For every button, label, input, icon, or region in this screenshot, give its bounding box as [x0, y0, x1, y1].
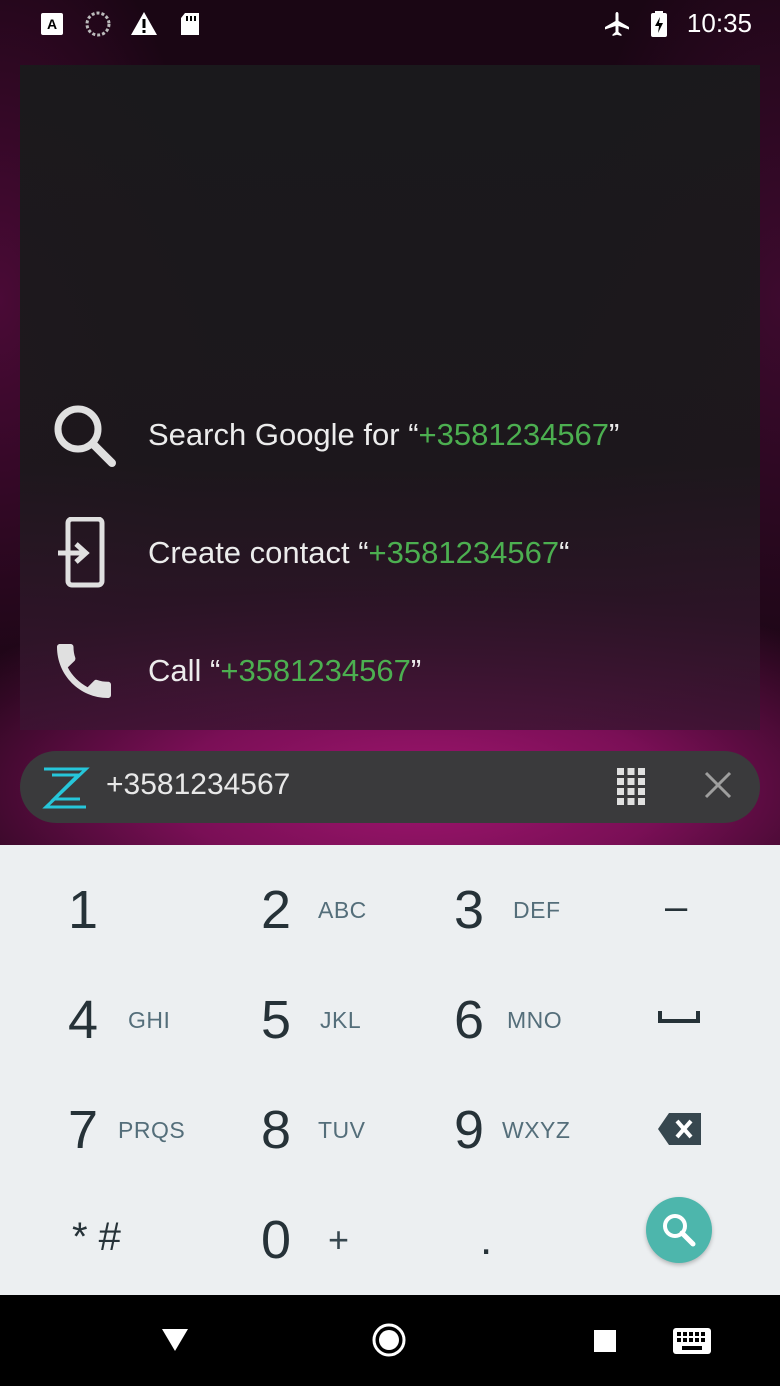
key-9[interactable]: 9 WXYZ [390, 1075, 585, 1185]
status-bar: A 10:35 [0, 0, 780, 48]
key-digit: 1 [68, 880, 99, 940]
back-icon [162, 1329, 188, 1351]
search-query[interactable]: +3581234567 [106, 768, 290, 802]
suggestion-create-contact[interactable]: Create contact “+3581234567“ [20, 498, 760, 608]
suggestion-label: Create contact “+3581234567“ [148, 535, 570, 570]
key-digit: 0 [261, 1210, 292, 1270]
keyboard-icon [673, 1328, 711, 1354]
z-logo-icon[interactable] [40, 765, 90, 811]
key-2[interactable]: 2 ABC [195, 855, 390, 965]
backspace-icon [658, 1113, 701, 1145]
key-digit: 4 [68, 990, 99, 1050]
svg-text:A: A [47, 16, 57, 32]
suggestion-label: Search Google for “+3581234567” [148, 417, 620, 452]
key-8[interactable]: 8 TUV [195, 1075, 390, 1185]
suggestion-panel: Search Google for “+3581234567” Create c… [20, 65, 760, 730]
battery-charging-icon [650, 10, 667, 37]
keyboard-button[interactable] [672, 1327, 712, 1360]
key-digit: 5 [261, 990, 292, 1050]
backspace-key[interactable] [585, 1075, 780, 1185]
back-button[interactable] [160, 1327, 190, 1358]
search-icon [663, 1214, 696, 1247]
key-letters: TUV [318, 1117, 366, 1143]
key-digit: 2 [261, 880, 292, 940]
key-digit: 6 [454, 990, 485, 1050]
phone-icon [57, 644, 111, 698]
recents-button[interactable] [593, 1329, 617, 1358]
key-star-hash[interactable]: * # [0, 1185, 195, 1295]
space-icon [658, 1011, 700, 1023]
key-letters: WXYZ [502, 1117, 571, 1143]
key-0[interactable]: 0 + [195, 1185, 390, 1295]
key-letters: MNO [507, 1007, 563, 1033]
key-digit: 9 [454, 1100, 485, 1160]
key-6[interactable]: 6 MNO [390, 965, 585, 1075]
suggestion-call[interactable]: Call “+3581234567” [20, 616, 760, 726]
key-4[interactable]: 4 GHI [0, 965, 195, 1075]
suggestion-number: +3581234567 [220, 653, 411, 688]
key-letters: GHI [128, 1007, 171, 1033]
key-letters: DEF [513, 897, 561, 923]
suggestion-number: +3581234567 [368, 535, 560, 570]
search-fab[interactable] [646, 1197, 712, 1263]
sd-card-icon [181, 13, 199, 35]
key-7[interactable]: 7 PRQS [0, 1075, 195, 1185]
warning-icon [131, 12, 157, 35]
dialpad-icon[interactable] [616, 767, 646, 807]
key-dot[interactable]: . [390, 1185, 585, 1295]
sync-icon [85, 11, 111, 37]
key-digit: * # [72, 1215, 121, 1259]
clock: 10:35 [686, 8, 752, 38]
key-digit: – [665, 885, 688, 929]
key-pause[interactable]: – [585, 855, 780, 965]
key-digit: . [480, 1215, 493, 1264]
airplane-icon [604, 11, 629, 36]
home-button[interactable] [371, 1322, 407, 1363]
accessibility-icon: A [41, 13, 63, 35]
key-letters: JKL [320, 1007, 362, 1033]
close-icon[interactable] [702, 769, 734, 801]
key-digit: 7 [68, 1100, 99, 1160]
search-icon [54, 405, 116, 467]
key-5[interactable]: 5 JKL [195, 965, 390, 1075]
key-letters: ABC [318, 897, 367, 923]
key-letters: + [328, 1219, 350, 1260]
key-digit: 3 [454, 880, 485, 940]
home-icon [372, 1323, 406, 1357]
suggestion-label: Call “+3581234567” [148, 653, 422, 688]
create-contact-icon [58, 517, 105, 588]
search-bar[interactable]: +3581234567 [20, 751, 760, 823]
recents-icon [594, 1330, 616, 1352]
key-space[interactable] [585, 965, 780, 1075]
suggestion-search-google[interactable]: Search Google for “+3581234567” [20, 380, 760, 490]
key-1[interactable]: 1 [0, 855, 195, 965]
navigation-bar [0, 1295, 780, 1386]
key-digit: 8 [261, 1100, 292, 1160]
key-letters: PRQS [118, 1117, 186, 1143]
suggestion-number: +3581234567 [418, 417, 610, 452]
key-3[interactable]: 3 DEF [390, 855, 585, 965]
